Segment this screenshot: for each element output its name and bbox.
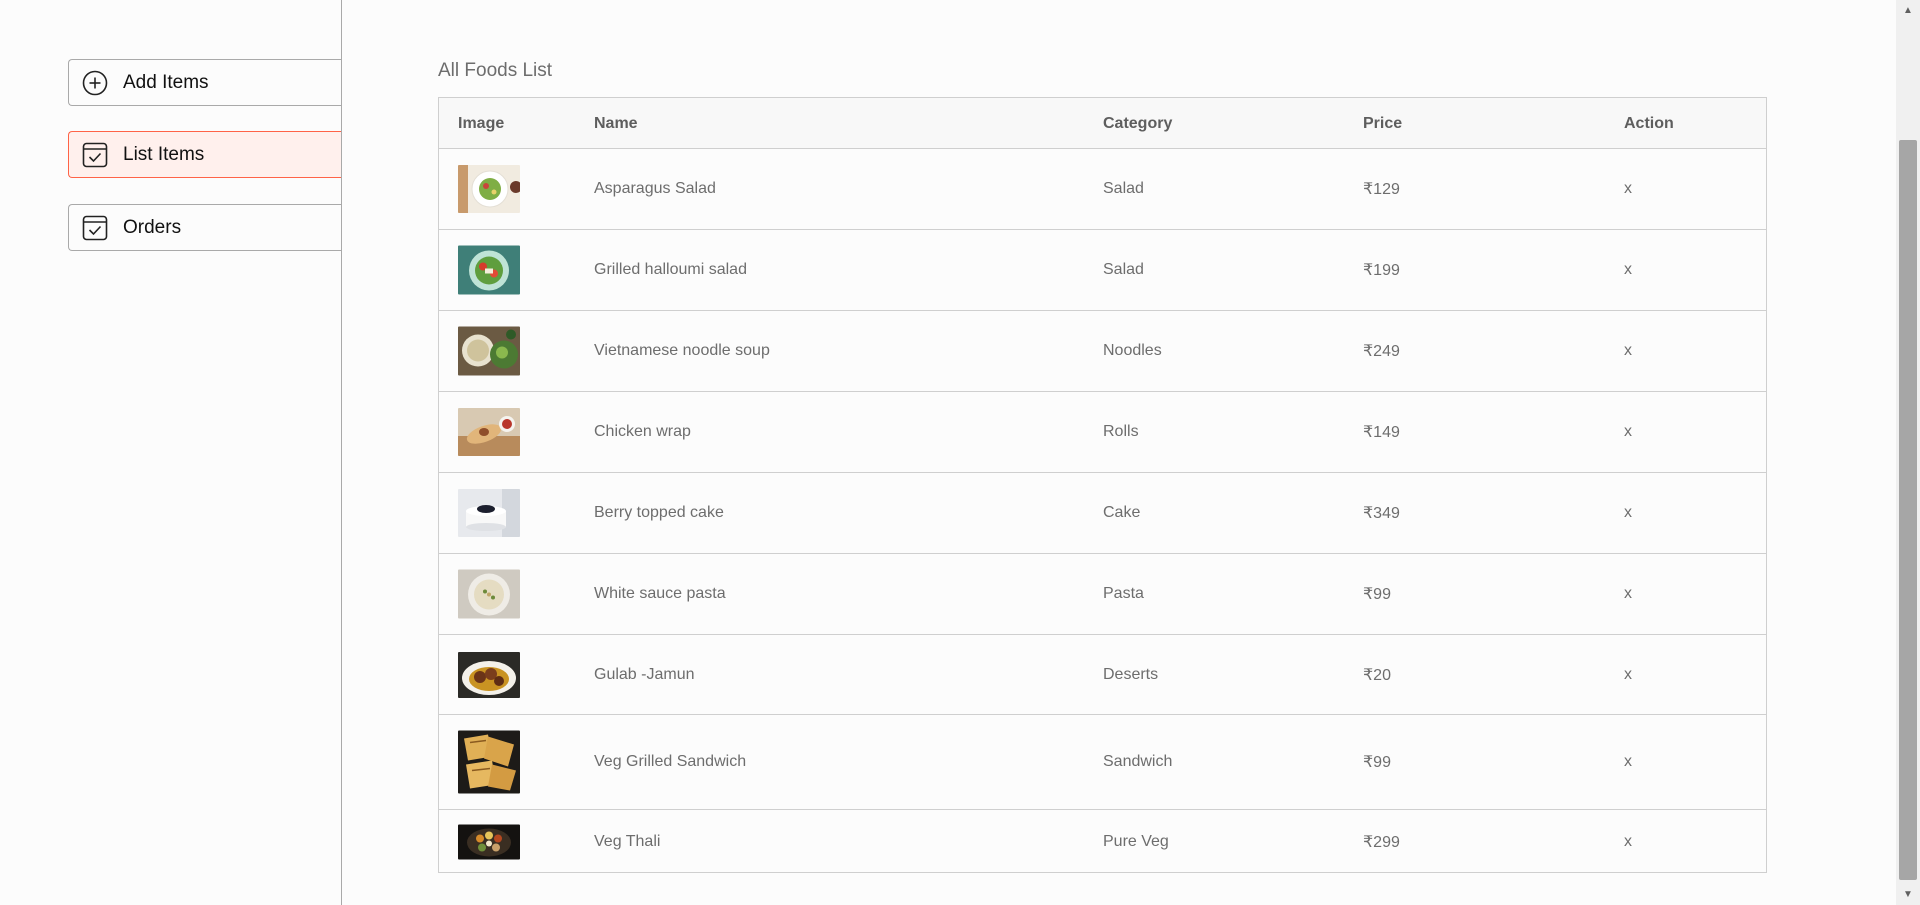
table-row: Grilled halloumi salad Salad ₹199 x	[439, 229, 1766, 310]
column-header-action: Action	[1624, 114, 1674, 132]
food-category: Salad	[1103, 261, 1144, 278]
sidebar-item-orders[interactable]: Orders	[68, 204, 341, 251]
food-thumbnail	[458, 165, 520, 213]
column-header-price: Price	[1363, 114, 1403, 132]
table-row: Gulab -Jamun Deserts ₹20 x	[439, 634, 1766, 714]
food-name: Veg Thali	[594, 832, 661, 850]
food-price: ₹349	[1363, 505, 1400, 522]
food-thumbnail	[458, 408, 520, 456]
sidebar-item-label: Orders	[123, 216, 182, 238]
table-header-row: Image Name Category Price Action	[439, 97, 1766, 149]
food-name: Grilled halloumi salad	[594, 261, 747, 278]
food-name: Veg Grilled Sandwich	[594, 753, 747, 770]
remove-item-button[interactable]: x	[1624, 666, 1632, 684]
table-row: Vietnamese noodle soup Noodles ₹249 x	[439, 310, 1766, 391]
sidebar-item-list-items[interactable]: List Items	[68, 131, 341, 178]
foods-table: Image Name Category Price Action Asparag…	[438, 97, 1767, 873]
remove-item-button[interactable]: x	[1624, 504, 1632, 522]
food-category: Noodles	[1103, 342, 1162, 359]
food-price: ₹249	[1363, 343, 1400, 360]
sidebar: Add Items List Items Orders	[0, 0, 342, 905]
food-category: Deserts	[1103, 665, 1159, 683]
remove-item-button[interactable]: x	[1624, 753, 1632, 771]
sidebar-item-label: Add Items	[123, 71, 209, 93]
food-thumbnail	[458, 569, 520, 619]
food-thumbnail	[458, 651, 520, 698]
page-title: All Foods List	[438, 60, 553, 81]
food-thumbnail	[458, 326, 520, 376]
remove-item-button[interactable]: x	[1624, 585, 1632, 603]
food-price: ₹149	[1363, 424, 1400, 441]
checklist-icon	[82, 215, 108, 241]
food-price: ₹299	[1363, 833, 1400, 851]
remove-item-button[interactable]: x	[1624, 833, 1632, 851]
remove-item-button[interactable]: x	[1624, 261, 1632, 279]
food-name: Vietnamese noodle soup	[594, 342, 770, 359]
food-category: Pure Veg	[1103, 832, 1169, 850]
food-category: Pasta	[1103, 585, 1144, 602]
food-price: ₹129	[1363, 181, 1400, 198]
column-header-name: Name	[594, 114, 638, 132]
table-row: Asparagus Salad Salad ₹129 x	[439, 148, 1766, 229]
table-row: White sauce pasta Pasta ₹99 x	[439, 553, 1766, 634]
scrollbar-thumb[interactable]	[1899, 140, 1917, 880]
food-price: ₹99	[1363, 586, 1391, 603]
checklist-icon	[82, 142, 108, 168]
sidebar-item-label: List Items	[123, 143, 205, 165]
table-row: Veg Grilled Sandwich Sandwich ₹99 x	[439, 714, 1766, 809]
column-header-image: Image	[458, 114, 505, 132]
table-row: Chicken wrap Rolls ₹149 x	[439, 391, 1766, 472]
food-name: Asparagus Salad	[594, 180, 716, 197]
add-circle-icon	[82, 70, 108, 96]
table-row: Veg Thali Pure Veg ₹299 x	[439, 809, 1766, 873]
scroll-down-arrow-icon[interactable]: ▼	[1900, 886, 1916, 902]
food-name: Chicken wrap	[594, 423, 691, 440]
food-price: ₹99	[1363, 754, 1391, 771]
table-row: Berry topped cake Cake ₹349 x	[439, 472, 1766, 553]
food-category: Cake	[1103, 504, 1141, 521]
food-name: Berry topped cake	[594, 504, 724, 521]
food-price: ₹20	[1363, 666, 1391, 684]
food-category: Salad	[1103, 180, 1144, 197]
food-thumbnail	[458, 245, 520, 295]
remove-item-button[interactable]: x	[1624, 423, 1632, 441]
food-price: ₹199	[1363, 262, 1400, 279]
food-thumbnail	[458, 489, 520, 537]
sidebar-item-add-items[interactable]: Add Items	[68, 59, 341, 106]
food-name: White sauce pasta	[594, 585, 726, 602]
food-thumbnail	[458, 824, 520, 859]
scroll-up-arrow-icon[interactable]: ▲	[1900, 2, 1916, 18]
food-category: Sandwich	[1103, 753, 1173, 770]
food-category: Rolls	[1103, 423, 1139, 440]
food-name: Gulab -Jamun	[594, 665, 695, 683]
remove-item-button[interactable]: x	[1624, 180, 1632, 198]
column-header-category: Category	[1103, 114, 1173, 132]
food-thumbnail	[458, 730, 520, 794]
remove-item-button[interactable]: x	[1624, 342, 1632, 360]
